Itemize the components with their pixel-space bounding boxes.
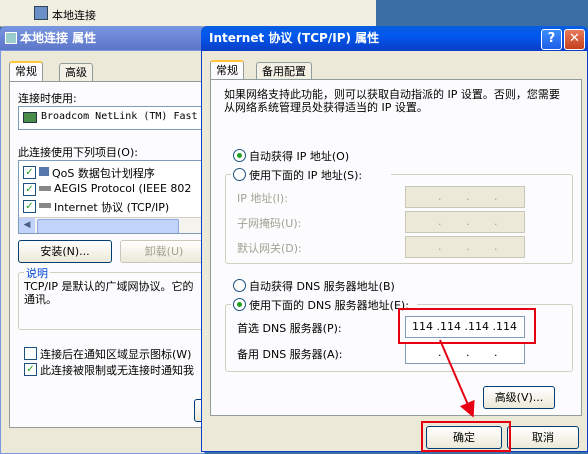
annotation-arrow — [439, 339, 475, 418]
